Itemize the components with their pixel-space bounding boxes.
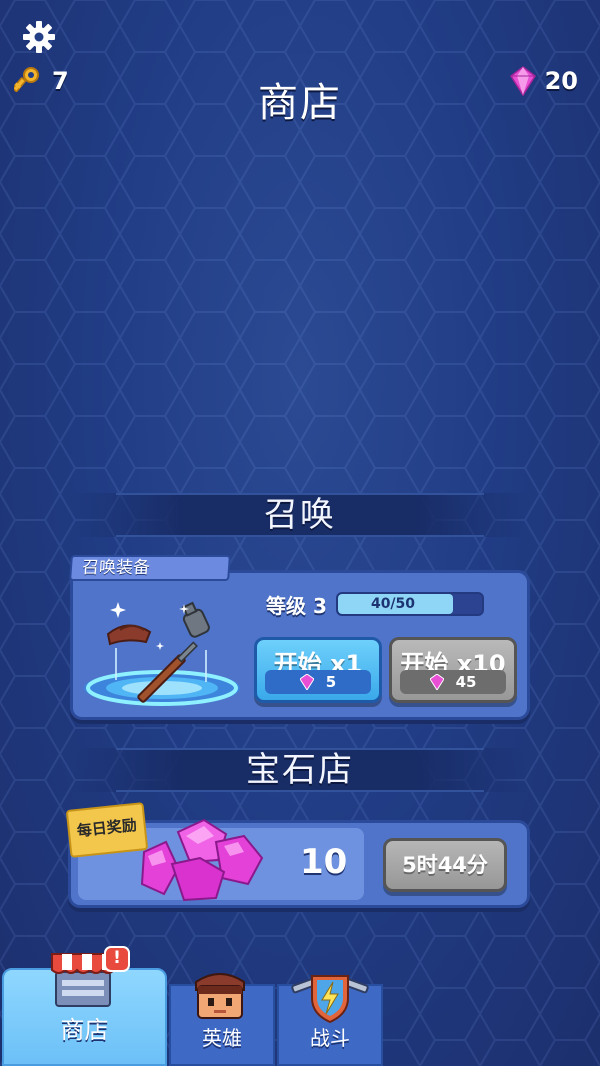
hero-avatar-icon (195, 973, 245, 1019)
level-progress-text: 40/50 (370, 596, 416, 612)
gem-icon (509, 66, 536, 96)
gem-counter: 20 (509, 66, 578, 96)
level-label: 等级 (266, 594, 306, 618)
daily-reward-tag: 每日奖励 (65, 802, 149, 858)
summon-x1-cost-value: 5 (325, 673, 337, 691)
summon-x1-cost: 5 (265, 670, 371, 694)
gem-shop-section-title: 宝石店 (70, 748, 530, 792)
tab-hero-label: 英雄 (202, 1026, 242, 1050)
shop-alert-badge: ! (104, 946, 130, 972)
summon-section-title: 召唤 (70, 493, 530, 537)
battle-shield-icon (291, 975, 369, 1024)
gear-icon (23, 21, 55, 53)
daily-gem-amount: 10 (300, 842, 348, 882)
summon-x10-cost: 45 (400, 670, 506, 694)
gem-count: 20 (544, 67, 578, 95)
gem-icon (299, 674, 314, 690)
tab-battle-label: 战斗 (310, 1026, 350, 1050)
level-progress-bar: 40/50 (336, 592, 484, 616)
summon-portal-illustration (84, 601, 240, 706)
summon-x10-cost-value: 45 (455, 673, 477, 691)
daily-reward-timer-button[interactable]: 5时44分 (383, 838, 507, 892)
summon-x10-button[interactable]: 开始 x10 45 (389, 637, 517, 703)
gem-pile-icon (140, 818, 264, 902)
summon-equipment-tag: 召唤装备 (69, 555, 231, 581)
summon-level: 等级 3 (266, 590, 327, 619)
level-value: 3 (312, 594, 327, 618)
summon-x1-button[interactable]: 开始 x1 5 (254, 637, 382, 703)
gem-icon (429, 674, 444, 690)
tab-shop-label: 商店 (60, 1016, 109, 1044)
settings-button[interactable] (22, 20, 56, 54)
